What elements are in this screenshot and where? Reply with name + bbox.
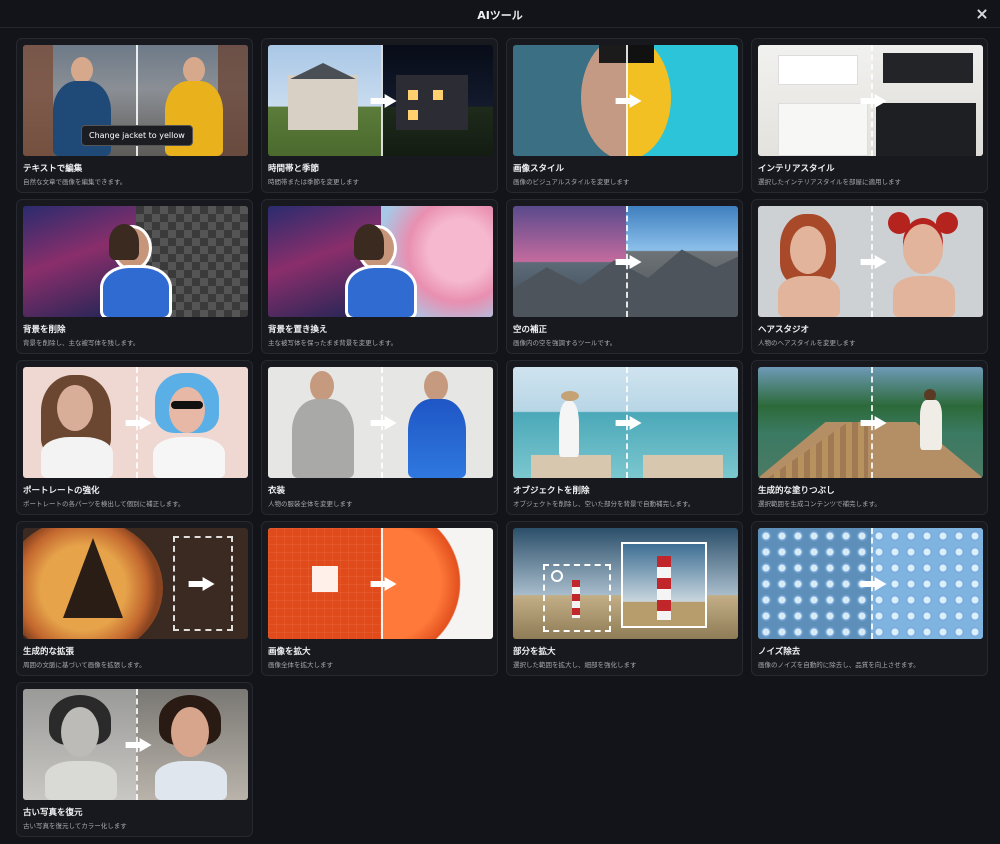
tool-title: ノイズ除去 bbox=[758, 647, 801, 657]
thumbnail-outfit bbox=[268, 367, 493, 478]
dialog-header: AIツール bbox=[0, 0, 1000, 28]
close-icon[interactable] bbox=[974, 6, 990, 22]
tool-title: インテリアスタイル bbox=[758, 164, 835, 174]
tool-description: 自然な文章で画像を編集できます。 bbox=[23, 178, 127, 186]
thumbnail-portrait-enhance bbox=[23, 367, 248, 478]
tool-title: 古い写真を復元 bbox=[23, 808, 83, 818]
tool-description: オブジェクトを削除し、空いた部分を背景で自動補完します。 bbox=[513, 500, 695, 508]
tool-description: 選択したインテリアスタイルを部屋に適用します bbox=[758, 178, 901, 186]
arrow-right-icon bbox=[860, 254, 887, 269]
tool-card-replace-bg[interactable]: 背景を置き換え 主な被写体を保ったまま背景を変更します。 bbox=[261, 199, 498, 354]
arrow-right-icon bbox=[615, 415, 642, 430]
arrow-right-icon bbox=[860, 415, 887, 430]
prompt-tooltip: Change jacket to yellow bbox=[81, 125, 193, 146]
thumbnail-object-remove bbox=[513, 367, 738, 478]
thumbnail-hair-studio bbox=[758, 206, 983, 317]
arrow-right-icon bbox=[370, 576, 397, 591]
tool-title: 時間帯と季節 bbox=[268, 164, 320, 174]
tool-description: 主な被写体を保ったまま背景を変更します。 bbox=[268, 339, 398, 347]
tool-description: 画像全体を拡大します bbox=[268, 661, 333, 669]
tool-card-gen-expand[interactable]: 生成的な拡張 周囲の文脈に基づいて画像を拡張します。 bbox=[16, 521, 253, 676]
tool-card-denoise[interactable]: ノイズ除去 画像のノイズを自動的に除去し、品質を向上させます。 bbox=[751, 521, 988, 676]
arrow-right-icon bbox=[125, 415, 152, 430]
thumbnail-sky-fix bbox=[513, 206, 738, 317]
tool-description: 時間帯または季節を変更します bbox=[268, 178, 359, 186]
tool-description: 周囲の文脈に基づいて画像を拡張します。 bbox=[23, 661, 146, 669]
tool-card-hair-studio[interactable]: ヘアスタジオ 人物のヘアスタイルを変更します bbox=[751, 199, 988, 354]
tool-description: 画像内の空を強調するツールです。 bbox=[513, 339, 617, 347]
tool-title: 部分を拡大 bbox=[513, 647, 556, 657]
tool-card-zoom-part[interactable]: 部分を拡大 選択した範囲を拡大し、細部を強化します bbox=[506, 521, 743, 676]
tool-title: 画像スタイル bbox=[513, 164, 565, 174]
arrow-right-icon bbox=[615, 93, 642, 108]
arrow-right-icon bbox=[860, 576, 887, 591]
tool-card-upscale[interactable]: 画像を拡大 画像全体を拡大します bbox=[261, 521, 498, 676]
tool-title: オブジェクトを削除 bbox=[513, 486, 590, 496]
tool-title: 衣装 bbox=[268, 486, 286, 496]
magnifier-icon bbox=[551, 570, 563, 582]
thumbnail-time-season bbox=[268, 45, 493, 156]
tool-description: 人物の服装全体を変更します bbox=[268, 500, 353, 508]
tool-title: テキストで編集 bbox=[23, 164, 83, 174]
tool-card-portrait-enhance[interactable]: ポートレートの強化 ポートレートの各パーツを検出して個別に補正します。 bbox=[16, 360, 253, 515]
tool-card-text-edit[interactable]: Change jacket to yellow テキストで編集 自然な文章で画像… bbox=[16, 38, 253, 193]
tool-card-sky-fix[interactable]: 空の補正 画像内の空を強調するツールです。 bbox=[506, 199, 743, 354]
tool-description: 古い写真を復元してカラー化します bbox=[23, 822, 127, 830]
tool-description: 画像のノイズを自動的に除去し、品質を向上させます。 bbox=[758, 661, 920, 669]
tool-description: ポートレートの各パーツを検出して個別に補正します。 bbox=[23, 500, 185, 508]
tool-card-gen-fill[interactable]: 生成的な塗りつぶし 選択範囲を生成コンテンツで補完します。 bbox=[751, 360, 988, 515]
tool-title: ヘアスタジオ bbox=[758, 325, 810, 335]
tool-title: 空の補正 bbox=[513, 325, 548, 335]
tool-title: 生成的な塗りつぶし bbox=[758, 486, 835, 496]
thumbnail-text-edit: Change jacket to yellow bbox=[23, 45, 248, 156]
tool-title: 背景を削除 bbox=[23, 325, 66, 335]
arrow-right-icon bbox=[370, 93, 397, 108]
tool-description: 背景を削除し、主な被写体を残します。 bbox=[23, 339, 140, 347]
thumbnail-image-style bbox=[513, 45, 738, 156]
arrow-right-icon bbox=[860, 93, 887, 108]
tool-description: 選択範囲を生成コンテンツで補完します。 bbox=[758, 500, 881, 508]
tool-card-object-remove[interactable]: オブジェクトを削除 オブジェクトを削除し、空いた部分を背景で自動補完します。 bbox=[506, 360, 743, 515]
arrow-right-icon bbox=[370, 415, 397, 430]
thumbnail-zoom-part bbox=[513, 528, 738, 639]
tool-card-outfit[interactable]: 衣装 人物の服装全体を変更します bbox=[261, 360, 498, 515]
tool-card-interior-style[interactable]: インテリアスタイル 選択したインテリアスタイルを部屋に適用します bbox=[751, 38, 988, 193]
tool-description: 画像のビジュアルスタイルを変更します bbox=[513, 178, 630, 186]
arrow-right-icon bbox=[188, 576, 215, 591]
thumbnail-restore-photo bbox=[23, 689, 248, 800]
tool-description: 人物のヘアスタイルを変更します bbox=[758, 339, 856, 347]
tool-card-remove-bg[interactable]: 背景を削除 背景を削除し、主な被写体を残します。 bbox=[16, 199, 253, 354]
tool-title: 生成的な拡張 bbox=[23, 647, 75, 657]
tool-grid: Change jacket to yellow テキストで編集 自然な文章で画像… bbox=[16, 38, 990, 837]
thumbnail-gen-expand bbox=[23, 528, 248, 639]
thumbnail-upscale bbox=[268, 528, 493, 639]
tool-card-image-style[interactable]: 画像スタイル 画像のビジュアルスタイルを変更します bbox=[506, 38, 743, 193]
arrow-right-icon bbox=[615, 254, 642, 269]
tool-card-time-season[interactable]: 時間帯と季節 時間帯または季節を変更します bbox=[261, 38, 498, 193]
thumbnail-gen-fill bbox=[758, 367, 983, 478]
tool-description: 選択した範囲を拡大し、細部を強化します bbox=[513, 661, 637, 669]
thumbnail-replace-bg bbox=[268, 206, 493, 317]
tool-title: ポートレートの強化 bbox=[23, 486, 100, 496]
arrow-right-icon bbox=[125, 737, 152, 752]
tool-title: 背景を置き換え bbox=[268, 325, 328, 335]
thumbnail-interior-style bbox=[758, 45, 983, 156]
tool-title: 画像を拡大 bbox=[268, 647, 311, 657]
ai-tools-dialog: AIツール Change jacket to yellow テキストで編集 自然… bbox=[0, 0, 1000, 844]
thumbnail-denoise bbox=[758, 528, 983, 639]
dialog-title: AIツール bbox=[477, 9, 523, 22]
thumbnail-remove-bg bbox=[23, 206, 248, 317]
tool-card-restore-photo[interactable]: 古い写真を復元 古い写真を復元してカラー化します bbox=[16, 682, 253, 837]
